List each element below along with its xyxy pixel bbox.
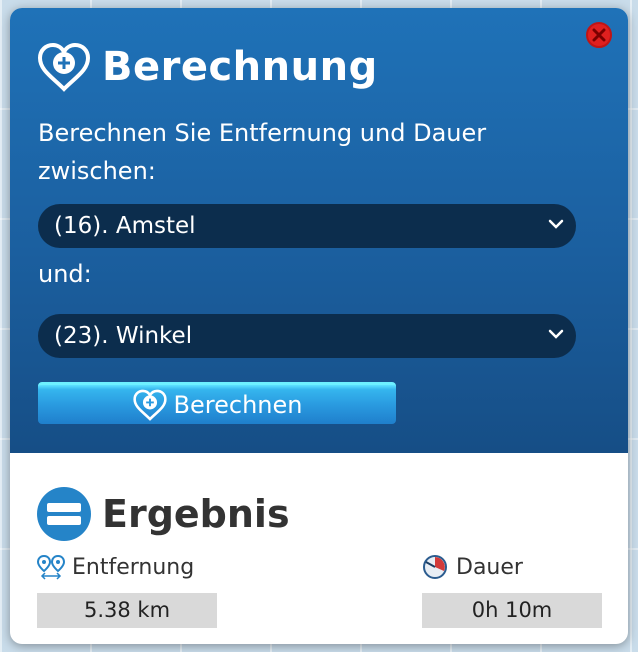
chevron-down-icon (548, 219, 564, 229)
to-location-select[interactable]: (23). Winkel (38, 314, 576, 358)
duration-value: 0h 10m (422, 593, 602, 628)
close-icon (592, 28, 606, 42)
distance-value: 5.38 km (37, 593, 217, 628)
result-title: Ergebnis (102, 492, 290, 536)
duration-label: Dauer (456, 554, 523, 580)
dialog-title-row: Berechnung (36, 42, 378, 92)
to-location-value: (23). Winkel (54, 323, 193, 349)
from-location-value: (16). Amstel (54, 213, 196, 239)
heart-pin-plus-icon (37, 42, 91, 92)
close-button[interactable] (586, 22, 612, 48)
dialog-title: Berechnung (102, 44, 378, 90)
distance-label: Entfernung (72, 554, 195, 580)
connector-label: und: (38, 260, 92, 288)
dialog-header-panel: Berechnung Berechnen Sie Entfernung und … (10, 8, 628, 453)
distance-label-row: Entfernung (36, 554, 194, 580)
calculation-dialog: Berechnung Berechnen Sie Entfernung und … (10, 8, 628, 644)
result-list-icon (37, 487, 91, 541)
from-location-select[interactable]: (16). Amstel (38, 204, 576, 248)
calculate-button[interactable]: Berechnen (38, 382, 396, 424)
chevron-down-icon (548, 329, 564, 339)
route-pins-icon (36, 554, 66, 580)
result-title-row: Ergebnis (36, 486, 290, 542)
calculate-button-label: Berechnen (173, 390, 303, 419)
clock-icon (423, 555, 447, 579)
dialog-description: Berechnen Sie Entfernung und Dauer zwisc… (38, 119, 487, 185)
heart-pin-plus-icon (132, 389, 167, 421)
duration-label-row: Dauer (422, 554, 523, 580)
